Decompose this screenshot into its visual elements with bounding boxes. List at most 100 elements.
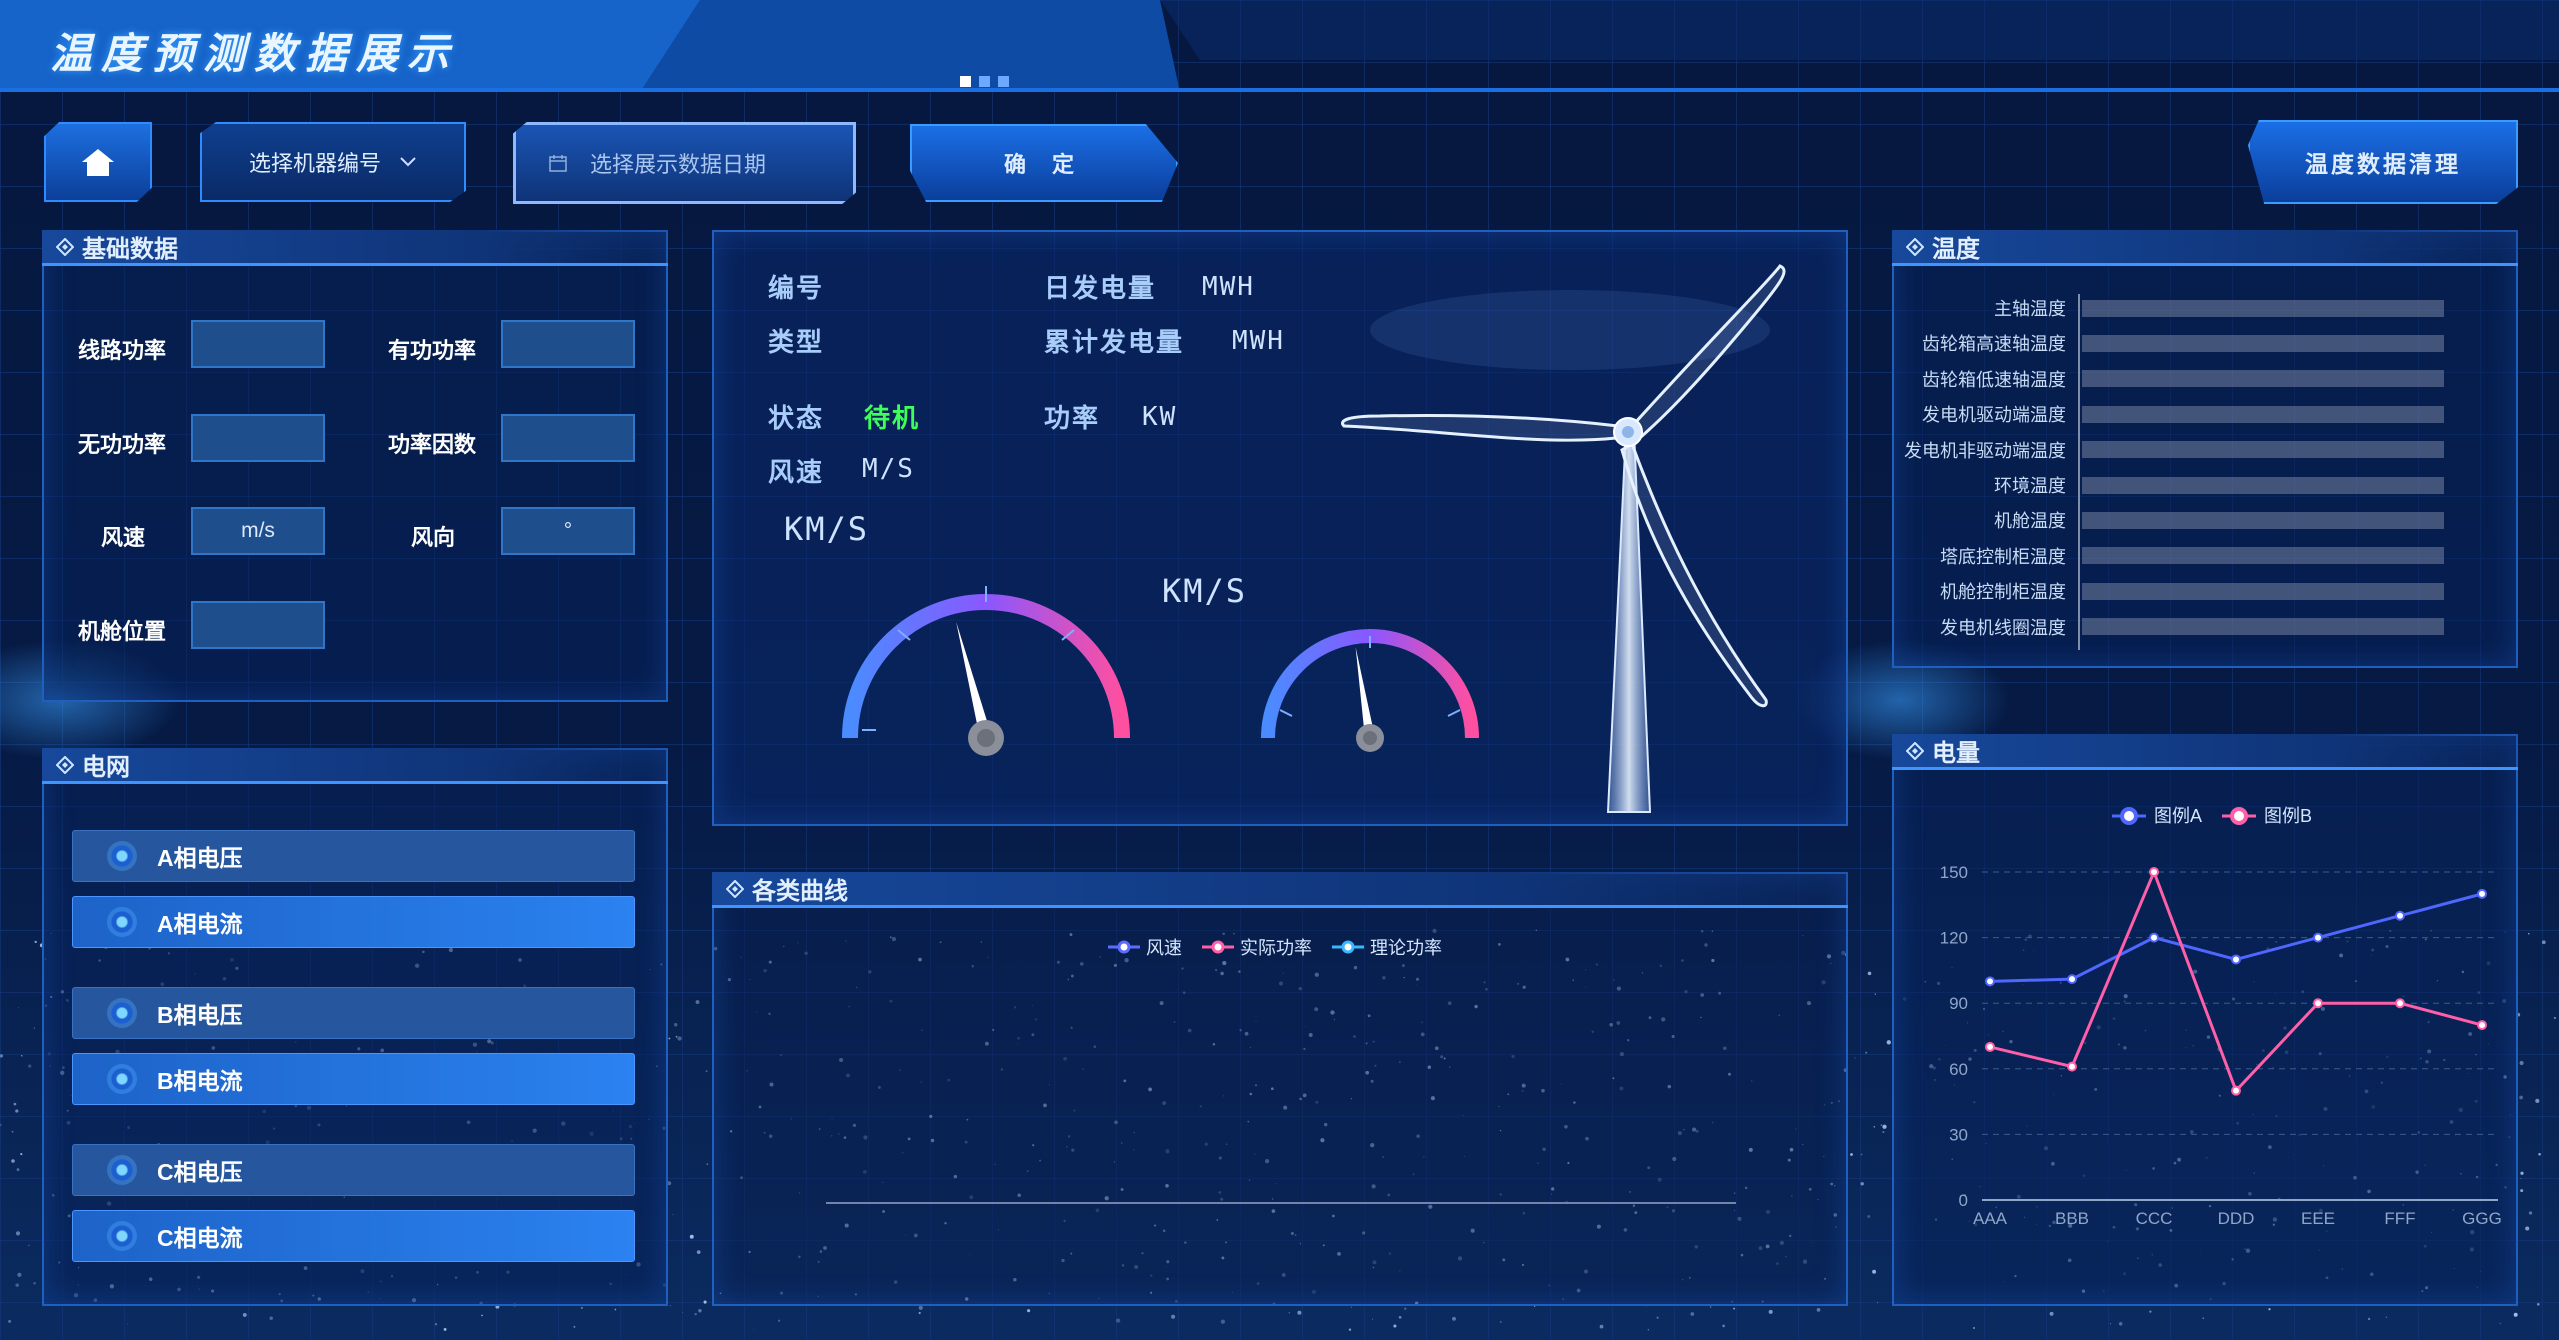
city-light [8, 1319, 12, 1323]
legend-item[interactable]: 理论功率 [1332, 934, 1442, 960]
phase-a-voltage[interactable]: A相电压 [72, 830, 635, 882]
city-light [675, 1035, 678, 1038]
target-icon [107, 1064, 137, 1094]
city-light [15, 1283, 19, 1287]
field-label-line-power: 线路功率 [78, 338, 167, 363]
city-light [753, 1328, 754, 1330]
target-icon [107, 1155, 137, 1185]
phase-label: C相电流 [157, 1225, 243, 1251]
field-wind-speed: m/s [191, 507, 325, 555]
page-title: 温度预测数据展示 [50, 30, 459, 77]
temperature-row: 发电机驱动端温度 [1880, 404, 2444, 425]
city-light [1171, 1314, 1176, 1319]
diamond-icon [1906, 237, 1924, 256]
city-light [2527, 932, 2530, 935]
city-light [15, 1231, 21, 1236]
temperature-row: 齿轮箱低速轴温度 [1880, 369, 2444, 390]
data-point [2067, 1061, 2077, 1072]
city-light [1452, 1316, 1456, 1321]
temperature-label: 机舱温度 [1994, 511, 2066, 532]
temperature-bar [2082, 405, 2444, 423]
carousel-dots[interactable] [960, 76, 1009, 87]
grid-header: 电网 [42, 748, 668, 784]
city-light [28, 1244, 30, 1247]
date-picker[interactable]: 选择展示数据日期 [513, 122, 856, 204]
x-tick-label: FFF [2384, 1209, 2415, 1228]
diamond-icon [726, 879, 744, 898]
y-tick-label: 0 [1959, 1191, 1968, 1210]
confirm-button[interactable]: 确 定 [910, 124, 1178, 202]
city-light [2538, 1153, 2541, 1156]
temperature-label: 齿轮箱高速轴温度 [1922, 334, 2066, 355]
power-chart: 0 30 60 90 120 150 AAA BBB CCC DDD EEE FFF GGG 图例A 图例B [1940, 806, 2502, 1228]
city-light [2513, 1312, 2518, 1317]
city-light [1854, 1057, 1856, 1059]
phase-a-current[interactable]: A相电流 [72, 896, 635, 948]
city-light [668, 1037, 671, 1040]
city-light [481, 1314, 483, 1317]
legend-item[interactable]: 图例B [2222, 806, 2312, 826]
city-light [1768, 1309, 1773, 1314]
phase-label: B相电流 [157, 1068, 243, 1094]
data-point [2067, 974, 2077, 985]
data-point [2395, 998, 2405, 1009]
phase-label: A相电压 [157, 845, 243, 871]
diamond-icon [1906, 741, 1924, 760]
curves-header: 各类曲线 [712, 872, 1848, 908]
legend-item[interactable]: 图例A [2112, 806, 2202, 826]
city-light [2049, 1311, 2054, 1316]
city-light [1973, 1327, 1975, 1329]
city-light [614, 1308, 617, 1311]
city-light [16, 1168, 20, 1172]
city-light [2118, 1322, 2123, 1326]
x-tick-label: DDD [2218, 1209, 2255, 1228]
city-light [1027, 1309, 1031, 1313]
temperature-header: 温度 [1892, 230, 2518, 266]
phase-b-voltage[interactable]: B相电压 [72, 987, 635, 1039]
curves-title: 各类曲线 [752, 878, 848, 905]
city-light [573, 1325, 576, 1328]
field-nacelle-position [191, 601, 325, 649]
home-button[interactable] [44, 122, 152, 202]
legend-marker-icon [1108, 940, 1140, 954]
city-light [20, 1153, 23, 1156]
city-light [2519, 1095, 2523, 1100]
city-light [1350, 1306, 1352, 1308]
data-point [1985, 1041, 1995, 1052]
city-light [918, 1311, 921, 1315]
city-light [1297, 1310, 1302, 1315]
x-tick-label: AAA [1973, 1209, 2008, 1228]
temperature-label: 齿轮箱低速轴温度 [1922, 369, 2066, 390]
city-light [1115, 1318, 1121, 1323]
legend-label: 理论功率 [1370, 938, 1442, 958]
temperature-label: 发电机非驱动端温度 [1904, 440, 2066, 461]
legend-label: 实际功率 [1240, 938, 1312, 958]
phase-c-voltage[interactable]: C相电压 [72, 1144, 635, 1196]
city-light [2553, 1016, 2557, 1020]
temperature-row: 塔底控制柜温度 [1880, 546, 2444, 567]
city-light [682, 1312, 683, 1314]
city-light [1500, 1321, 1502, 1323]
data-point [2477, 888, 2487, 899]
legend-item[interactable]: 实际功率 [1202, 934, 1312, 960]
city-light [2536, 1302, 2540, 1306]
temperature-clean-button[interactable]: 温度数据清理 [2248, 120, 2518, 204]
phase-label: B相电压 [157, 1002, 243, 1028]
diamond-icon [56, 237, 74, 256]
y-tick-label: 30 [1949, 1125, 1968, 1144]
temperature-bar [2082, 334, 2444, 352]
phase-b-current[interactable]: B相电流 [72, 1053, 635, 1105]
city-light [15, 1109, 19, 1113]
temperature-label: 环境温度 [1994, 476, 2066, 496]
city-light [1880, 1124, 1883, 1126]
x-tick-label: EEE [2301, 1209, 2335, 1228]
machine-select[interactable]: 选择机器编号 [200, 122, 466, 202]
phase-c-current[interactable]: C相电流 [72, 1210, 635, 1262]
city-light [1733, 1307, 1736, 1310]
field-label-wind-speed: 风速 [101, 525, 146, 550]
y-tick-label: 150 [1940, 863, 1968, 882]
city-light [1393, 1324, 1397, 1328]
legend-item[interactable]: 风速 [1108, 934, 1182, 960]
temperature-bar [2082, 618, 2444, 636]
temperature-bar [2082, 476, 2444, 494]
